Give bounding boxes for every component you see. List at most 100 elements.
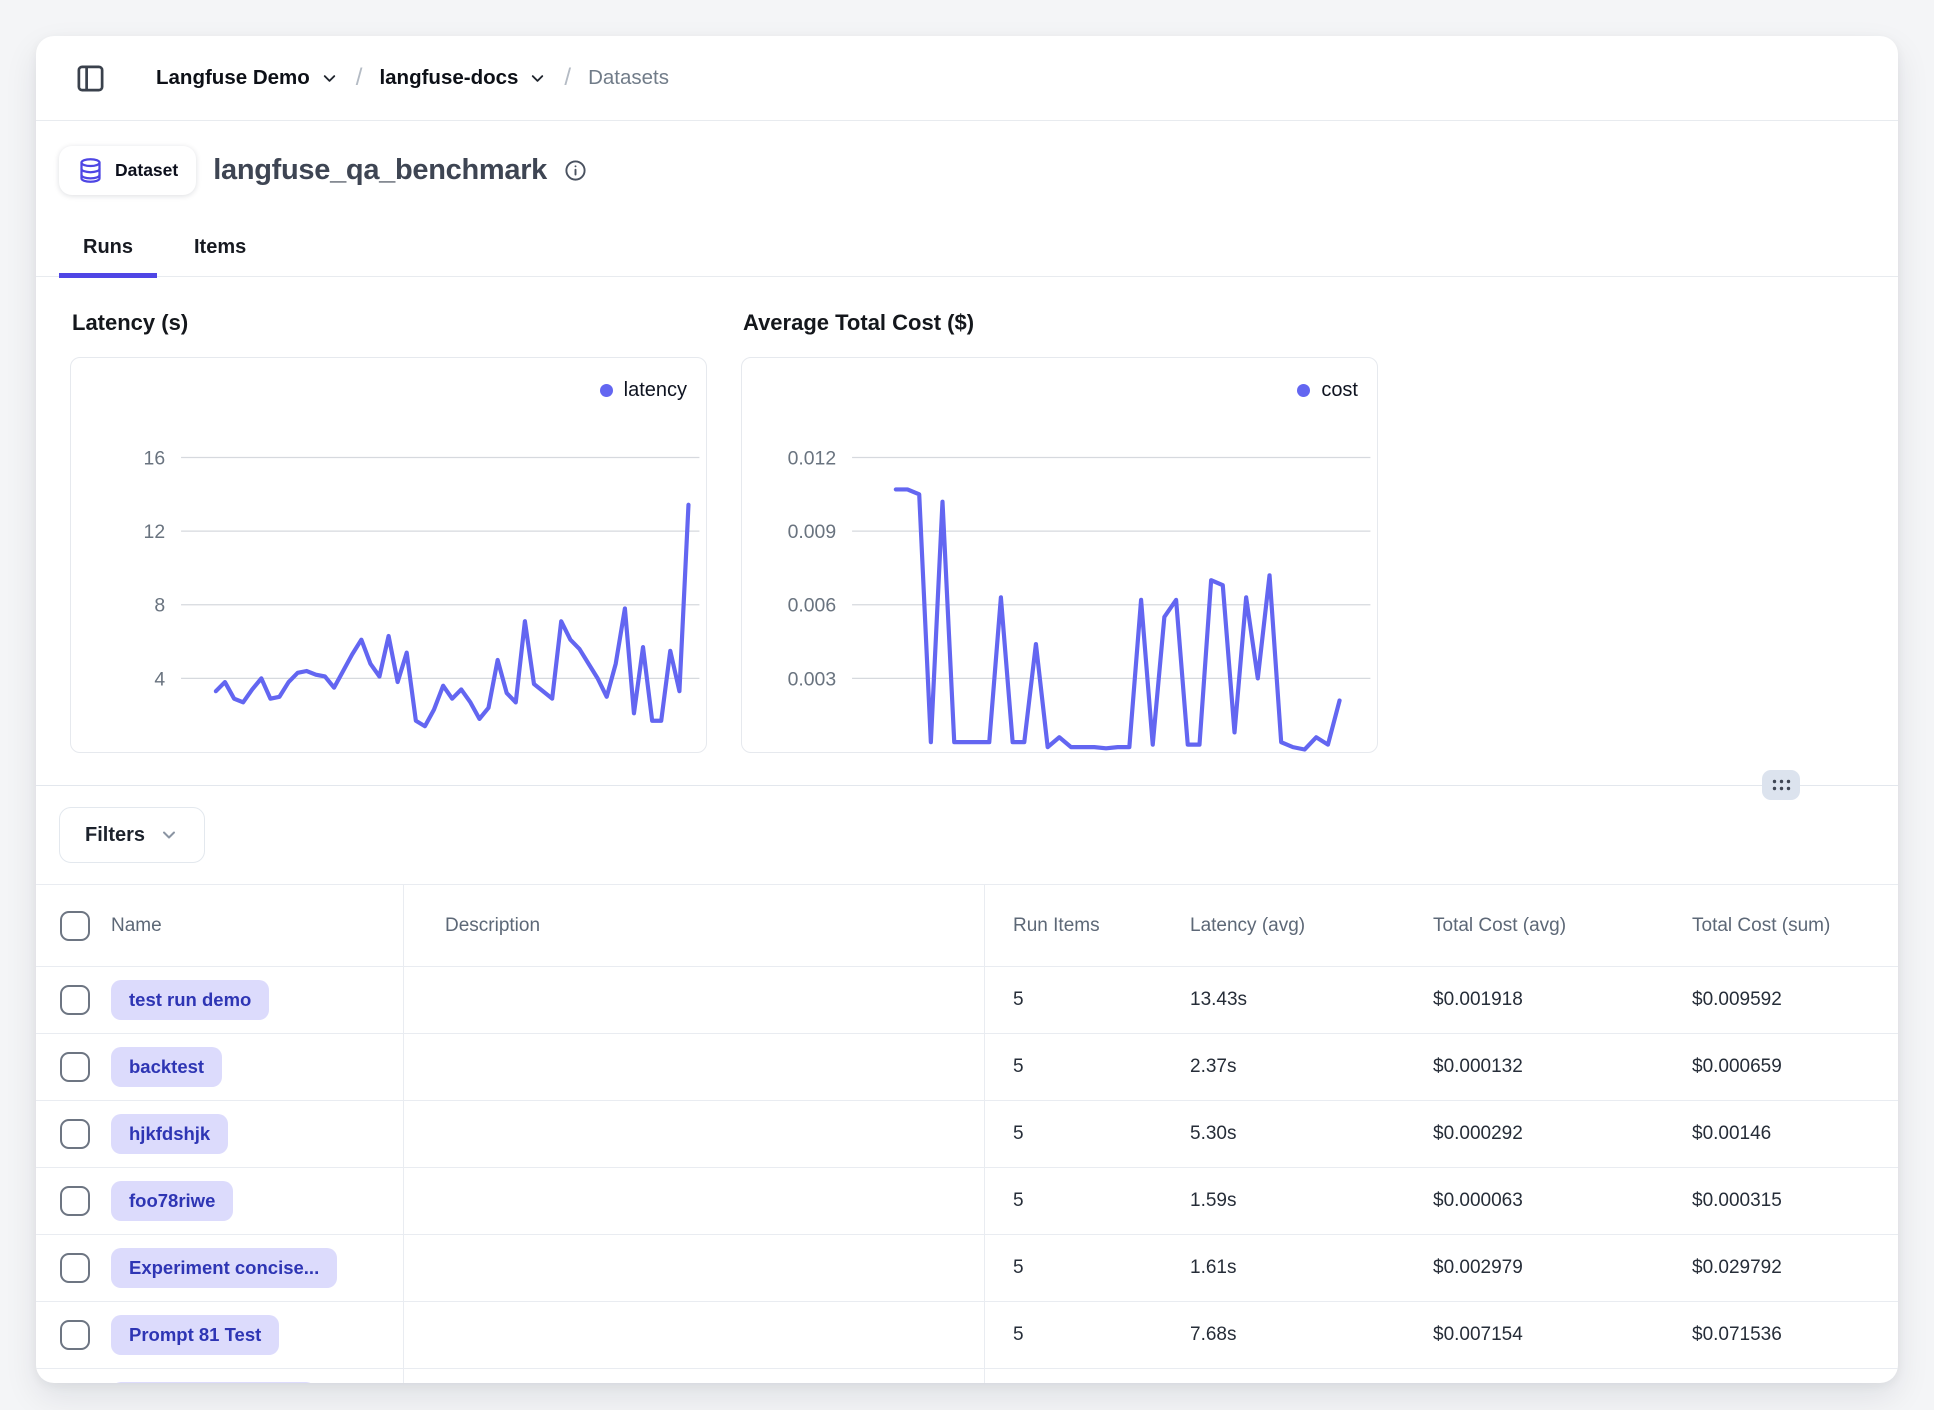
cell-total-cost-avg: $0.000132 [1405,1056,1664,1078]
tab-items[interactable]: Items [170,218,270,276]
row-checkbox[interactable] [60,985,90,1015]
cell-name: Prompt 81 Test [36,1302,404,1368]
legend-label: cost [1321,379,1358,402]
cell-total-cost-sum: $0.029792 [1664,1257,1898,1279]
row-checkbox[interactable] [60,1119,90,1149]
row-checkbox[interactable] [60,1186,90,1216]
breadcrumb-separator: / [564,64,571,92]
cell-latency-avg: 7.68s [1162,1324,1405,1346]
grip-dots-icon [1771,777,1792,793]
svg-text:16: 16 [144,447,166,469]
select-all-checkbox[interactable] [60,911,90,941]
table-body: test run demo513.43s$0.001918$0.009592ba… [36,967,1898,1383]
chevron-down-icon [320,69,339,88]
cell-description [404,1168,985,1234]
run-name-badge[interactable]: foo78riwe [111,1181,233,1221]
filters-button-label: Filters [85,824,145,847]
row-checkbox[interactable] [60,1320,90,1350]
run-name-badge[interactable]: Experiment concise... [111,1248,337,1288]
table-row[interactable]: test run demo513.43s$0.001918$0.009592 [36,967,1898,1034]
breadcrumb-project-label: langfuse-docs [379,66,518,90]
cost-line-plot: 0.0030.0060.0090.012 [742,358,1377,752]
legend-label: latency [624,379,687,402]
cell-total-cost-avg: $0.007154 [1405,1324,1664,1346]
latency-chart: 4 8 12 16 latency [70,357,707,753]
cell-latency-avg: 2.37s [1162,1056,1405,1078]
svg-text:12: 12 [144,521,166,543]
charts-section: Latency (s) 481216 latency Average Total… [70,310,1864,762]
table-row[interactable]: Experiment concise...51.61s$0.002979$0.0… [36,1235,1898,1302]
table-row[interactable]: hjkfdshjk55.30s$0.000292$0.00146 [36,1101,1898,1168]
run-name-badge[interactable] [111,1382,316,1383]
svg-text:8: 8 [154,595,165,617]
breadcrumb-org-selector[interactable]: Langfuse Demo [156,66,339,90]
cost-chart-title: Average Total Cost ($) [743,310,1378,336]
cell-total-cost-sum: $0.000659 [1664,1056,1898,1078]
header-cell-description: Description [404,885,985,966]
svg-text:0.012: 0.012 [788,447,837,469]
page-title: langfuse_qa_benchmark [213,154,547,187]
legend-dot-icon [600,384,613,397]
cell-name: backtest [36,1034,404,1100]
svg-text:4: 4 [154,668,165,690]
filters-button[interactable]: Filters [59,807,205,863]
dataset-title-row: Dataset langfuse_qa_benchmark [59,144,587,196]
run-name-badge[interactable]: test run demo [111,980,269,1020]
cost-chart: 0.0030.0060.0090.012 cost [741,357,1378,753]
cost-legend: cost [1297,379,1358,402]
cell-name: foo78riwe [36,1168,404,1234]
latency-legend: latency [600,379,687,402]
table-row[interactable]: backtest 52.37s$0.000132$0.000659 [36,1034,1898,1101]
cell-description [404,1034,985,1100]
top-bar: Langfuse Demo / langfuse-docs / Datasets [36,36,1898,121]
tab-runs[interactable]: Runs [59,218,157,276]
cell-run-items: 5 [985,1123,1162,1145]
breadcrumb-separator: / [356,64,363,92]
chevron-down-icon [528,69,547,88]
cell-description [404,1369,985,1383]
cell-run-items: 5 [985,1056,1162,1078]
cell-description [404,1302,985,1368]
table-row[interactable]: foo78riwe51.59s$0.000063$0.000315 [36,1168,1898,1235]
run-name-badge[interactable]: hjkfdshjk [111,1114,228,1154]
latency-chart-block: Latency (s) 481216 latency [70,310,707,753]
cell-latency-avg: 1.59s [1162,1190,1405,1212]
info-icon[interactable] [564,159,587,182]
run-name-badge[interactable]: Prompt 81 Test [111,1315,279,1355]
cell-run-items: 5 [985,1190,1162,1212]
cell-run-items: 5 [985,1324,1162,1346]
cell-name: Experiment concise... [36,1235,404,1301]
breadcrumb-section: Datasets [588,66,669,90]
section-resize-divider [36,785,1898,786]
row-checkbox[interactable] [60,1253,90,1283]
table-row-partial[interactable] [36,1369,1898,1383]
column-label-description: Description [445,915,540,937]
cell-run-items: 5 [985,989,1162,1011]
dataset-badge: Dataset [59,146,196,195]
cell-total-cost-sum: $0.009592 [1664,989,1898,1011]
header-cell-name: Name [36,885,404,966]
cell-total-cost-sum: $0.00146 [1664,1123,1898,1145]
row-checkbox[interactable] [60,1052,90,1082]
drag-handle[interactable] [1762,770,1800,800]
cell-description [404,967,985,1033]
table-row[interactable]: Prompt 81 Test 57.68s$0.007154$0.071536 [36,1302,1898,1369]
legend-dot-icon [1297,384,1310,397]
chevron-down-icon [159,825,179,845]
cell-total-cost-avg: $0.001918 [1405,989,1664,1011]
cell-description [404,1235,985,1301]
runs-table: Name Description Run Items Latency (avg)… [36,884,1898,1383]
breadcrumb-org-label: Langfuse Demo [156,66,310,90]
database-icon [77,157,104,184]
breadcrumb: Langfuse Demo / langfuse-docs / Datasets [156,64,669,92]
cell-total-cost-sum: $0.071536 [1664,1324,1898,1346]
run-name-badge[interactable]: backtest [111,1047,222,1087]
sidebar-toggle-button[interactable] [75,63,106,94]
header-cell-run-items: Run Items [985,915,1162,937]
cell-name: test run demo [36,967,404,1033]
main-card: Langfuse Demo / langfuse-docs / Datasets [36,36,1898,1383]
cell-total-cost-avg: $0.000292 [1405,1123,1664,1145]
header-cell-total-cost-avg: Total Cost (avg) [1405,915,1664,937]
breadcrumb-project-selector[interactable]: langfuse-docs [379,66,547,90]
cell-latency-avg: 1.61s [1162,1257,1405,1279]
